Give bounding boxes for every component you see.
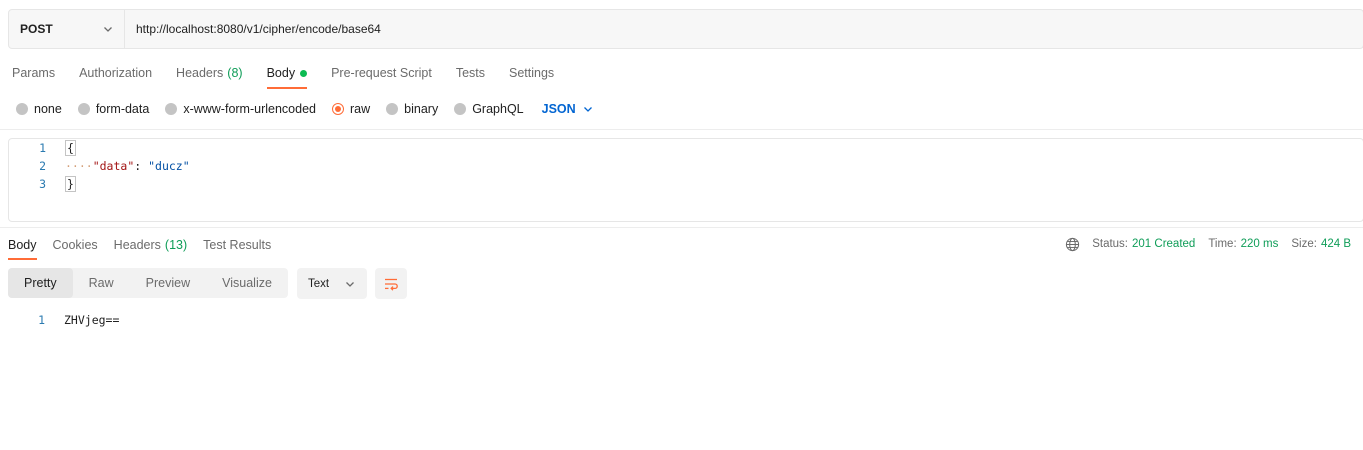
chevron-down-icon <box>583 107 592 112</box>
method-label: POST <box>20 22 53 36</box>
radio-x-www-form-urlencoded[interactable]: x-www-form-urlencoded <box>165 102 316 116</box>
view-mode-selector: Pretty Raw Preview Visualize <box>8 268 288 298</box>
wrap-lines-icon <box>385 278 398 291</box>
tab-params[interactable]: Params <box>12 57 55 89</box>
line-number: 3 <box>39 177 46 191</box>
view-pretty[interactable]: Pretty <box>8 268 73 298</box>
body-indicator-dot <box>300 69 308 77</box>
body-type-selector: none form-data x-www-form-urlencoded raw… <box>16 99 594 119</box>
radio-none[interactable]: none <box>16 102 62 116</box>
headers-count: (8) <box>227 66 243 80</box>
response-body-line[interactable]: 1 ZHVjeg== <box>8 311 119 329</box>
format-select[interactable]: Text <box>297 268 367 299</box>
status-label: Status: <box>1092 238 1129 250</box>
size-label: Size: <box>1291 238 1317 250</box>
chevron-down-icon <box>346 281 354 287</box>
method-select[interactable]: POST <box>9 10 125 48</box>
status-value[interactable]: 201 Created <box>1132 238 1195 250</box>
response-tabs: Body Cookies Headers (13) Test Results <box>8 230 287 260</box>
request-tabs: Params Authorization Headers (8) Body Pre… <box>12 57 578 89</box>
json-key: "data" <box>92 159 135 173</box>
radio-form-data[interactable]: form-data <box>77 102 149 116</box>
response-tab-body[interactable]: Body <box>8 230 37 260</box>
json-value: "ducz" <box>148 159 190 173</box>
view-visualize[interactable]: Visualize <box>206 268 288 298</box>
radio-graphql[interactable]: GraphQL <box>454 102 524 116</box>
editor-line: 3 } <box>9 175 1363 193</box>
time-value[interactable]: 220 ms <box>1241 238 1279 250</box>
response-tab-headers[interactable]: Headers (13) <box>114 230 187 260</box>
line-number: 1 <box>38 313 45 327</box>
tab-tests[interactable]: Tests <box>456 57 485 89</box>
tab-body[interactable]: Body <box>266 57 308 89</box>
globe-icon[interactable] <box>1065 237 1080 252</box>
brace: } <box>65 176 76 192</box>
divider <box>0 129 1363 130</box>
divider <box>0 227 1363 228</box>
tab-settings[interactable]: Settings <box>509 57 554 89</box>
brace: { <box>65 140 76 156</box>
tab-pre-request-script[interactable]: Pre-request Script <box>331 57 432 89</box>
response-tab-cookies[interactable]: Cookies <box>53 230 98 260</box>
tab-authorization[interactable]: Authorization <box>79 57 152 89</box>
request-bar: POST http://localhost:8080/v1/cipher/enc… <box>8 9 1363 49</box>
radio-raw[interactable]: raw <box>332 102 370 116</box>
editor-line: 2 ····"data": "ducz" <box>9 157 1363 175</box>
request-body-editor[interactable]: 1 { 2 ····"data": "ducz" 3 } <box>8 138 1363 222</box>
radio-binary[interactable]: binary <box>386 102 438 116</box>
line-number: 2 <box>39 159 46 173</box>
chevron-down-icon <box>104 27 112 32</box>
response-status: Status: 201 Created Time: 220 ms Size: 4… <box>1065 236 1351 252</box>
response-headers-count: (13) <box>164 238 188 252</box>
tab-headers[interactable]: Headers (8) <box>176 57 243 89</box>
size-value[interactable]: 424 B <box>1321 238 1351 250</box>
json-separator: : <box>134 159 149 173</box>
response-tab-test-results[interactable]: Test Results <box>203 230 271 260</box>
language-select[interactable]: JSON <box>542 102 594 116</box>
response-text: ZHVjeg== <box>64 313 120 327</box>
time-label: Time: <box>1208 238 1237 250</box>
editor-line: 1 { <box>9 139 1363 157</box>
format-label: Text <box>308 277 330 290</box>
line-number: 1 <box>39 141 46 155</box>
url-input[interactable]: http://localhost:8080/v1/cipher/encode/b… <box>125 10 1363 48</box>
wrap-lines-button[interactable] <box>375 268 407 299</box>
view-raw[interactable]: Raw <box>73 268 130 298</box>
indent-guide: ···· <box>65 159 93 173</box>
view-preview[interactable]: Preview <box>130 268 206 298</box>
